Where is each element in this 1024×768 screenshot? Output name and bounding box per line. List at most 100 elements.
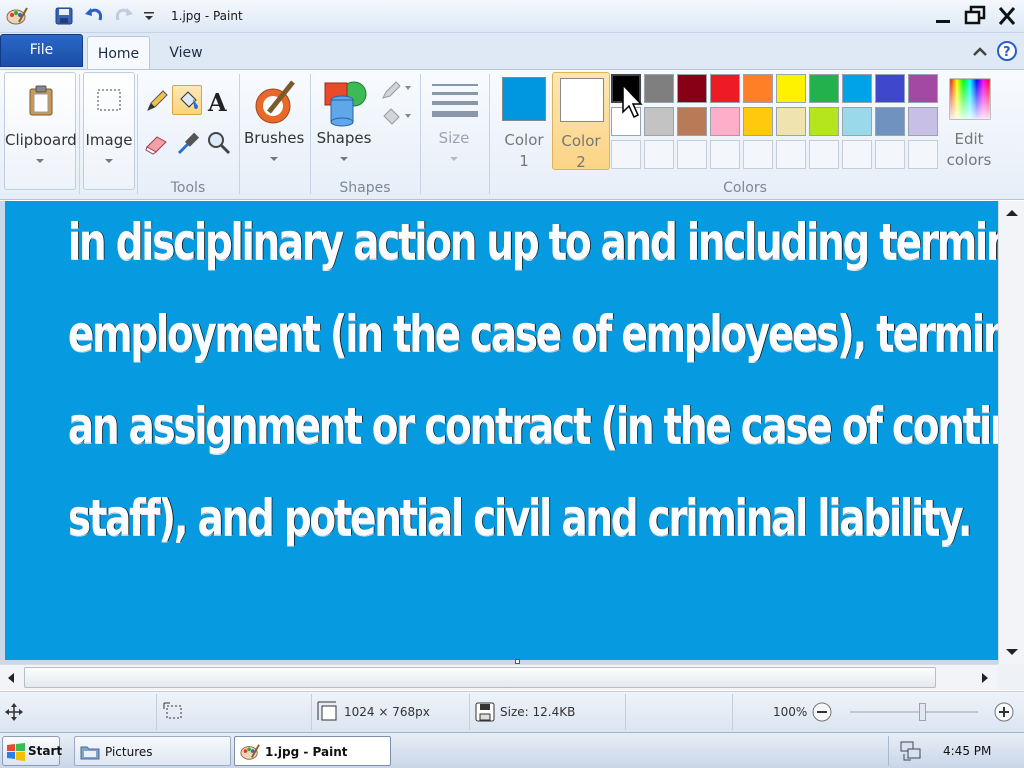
image-button[interactable]: Image: [83, 72, 135, 190]
palette-empty-swatch[interactable]: [875, 140, 905, 169]
system-tray: 4:45 PM: [888, 736, 1022, 766]
redo-icon[interactable]: [112, 4, 136, 28]
pencil-tool[interactable]: [141, 85, 171, 115]
tools-group-label: Tools: [170, 180, 206, 196]
start-button[interactable]: Start: [2, 736, 63, 766]
restore-button[interactable]: [960, 3, 990, 29]
palette-empty-swatch[interactable]: [776, 140, 806, 169]
color-picker-tool[interactable]: [172, 127, 202, 157]
taskbar-item-pictures[interactable]: Pictures: [74, 736, 231, 766]
zoom-slider[interactable]: [850, 711, 978, 713]
palette-swatch[interactable]: [644, 74, 674, 103]
scroll-down-icon[interactable]: [1003, 645, 1021, 659]
disk-icon: [475, 702, 495, 722]
chevron-down-icon: [105, 159, 113, 163]
scrollbar-corner: [998, 664, 1024, 690]
start-label: Start: [28, 744, 63, 758]
magnifier-tool[interactable]: [203, 127, 233, 157]
palette-swatch[interactable]: [776, 74, 806, 103]
palette-swatch[interactable]: [908, 107, 938, 136]
chevron-down-icon: [270, 157, 278, 161]
help-icon[interactable]: ?: [996, 40, 1018, 62]
color-2-button[interactable]: Color 2: [552, 72, 610, 171]
palette-swatch[interactable]: [842, 107, 872, 136]
shapes-button[interactable]: Shapes: [315, 72, 373, 172]
group-divider: [420, 74, 421, 194]
zoom-level: 100%: [773, 705, 808, 719]
palette-swatch[interactable]: [710, 74, 740, 103]
brushes-button[interactable]: Brushes: [243, 72, 305, 172]
palette-empty-swatch[interactable]: [842, 140, 872, 169]
shapes-label: Shapes: [316, 129, 372, 147]
outline-tool[interactable]: [378, 75, 412, 101]
chevron-down-icon: [36, 159, 44, 163]
canvas-text-line: an assignment or contract (in the case o…: [68, 397, 998, 455]
palette-swatch[interactable]: [743, 107, 773, 136]
edit-colors-label: Edit colors: [946, 130, 992, 169]
chevron-down-icon: [450, 157, 458, 161]
scroll-up-icon[interactable]: [1003, 206, 1021, 220]
save-icon[interactable]: [54, 6, 74, 26]
zoom-in-icon[interactable]: [993, 701, 1015, 723]
image-dimensions: 1024 × 768px: [344, 705, 430, 719]
palette-swatch[interactable]: [776, 107, 806, 136]
chevron-down-icon: [340, 157, 348, 161]
palette-empty-swatch[interactable]: [743, 140, 773, 169]
palette-swatch[interactable]: [677, 74, 707, 103]
eraser-tool[interactable]: [141, 127, 171, 157]
fill-tool[interactable]: [172, 85, 202, 115]
vertical-scrollbar[interactable]: [998, 201, 1024, 664]
text-tool[interactable]: A: [203, 85, 233, 117]
tab-view[interactable]: View: [156, 36, 216, 70]
file-menu-button[interactable]: File: [0, 34, 83, 67]
fill-shape-tool[interactable]: [378, 103, 412, 129]
palette-empty-swatch[interactable]: [710, 140, 740, 169]
palette-swatch[interactable]: [743, 74, 773, 103]
minimize-button[interactable]: [928, 3, 958, 29]
clock[interactable]: 4:45 PM: [943, 744, 991, 758]
customize-toolbar-icon[interactable]: [143, 10, 155, 22]
palette-swatch[interactable]: [677, 107, 707, 136]
shapes-group-label: Shapes: [339, 180, 391, 196]
zoom-out-icon[interactable]: [811, 701, 833, 723]
canvas-text-line: staff), and potential civil and criminal…: [68, 489, 973, 547]
text-icon: A: [207, 88, 227, 117]
paint-app-icon[interactable]: [6, 6, 28, 26]
horizontal-scroll-thumb[interactable]: [24, 667, 936, 688]
zoom-slider-thumb[interactable]: [919, 703, 926, 721]
taskbar-item-paint[interactable]: 1.jpg - Paint: [234, 736, 391, 766]
palette-swatch[interactable]: [809, 107, 839, 136]
ribbon-home: Clipboard Image A Tools Brushes Shapes S…: [0, 69, 1024, 200]
palette-swatch[interactable]: [908, 74, 938, 103]
undo-icon[interactable]: [82, 4, 106, 28]
palette-empty-swatch[interactable]: [611, 140, 641, 169]
palette-swatch[interactable]: [710, 107, 740, 136]
clipboard-button[interactable]: Clipboard: [4, 72, 77, 190]
palette-swatch[interactable]: [875, 74, 905, 103]
scroll-right-icon[interactable]: [978, 671, 992, 685]
palette-empty-swatch[interactable]: [908, 140, 938, 169]
edit-colors-button[interactable]: Edit colors: [942, 72, 996, 172]
size-button[interactable]: Size: [424, 72, 484, 172]
minimize-ribbon-icon[interactable]: [970, 42, 990, 62]
palette-swatch[interactable]: [809, 74, 839, 103]
svg-text:?: ?: [1003, 45, 1011, 60]
drawing-canvas[interactable]: in disciplinary action up to and includi…: [5, 201, 998, 660]
horizontal-scrollbar[interactable]: [0, 664, 998, 690]
close-button[interactable]: [992, 3, 1022, 29]
palette-empty-swatch[interactable]: [809, 140, 839, 169]
window-title: 1.jpg - Paint: [171, 9, 243, 23]
fill-bucket-icon: [383, 108, 411, 125]
palette-swatch[interactable]: [644, 107, 674, 136]
select-icon: [97, 89, 121, 111]
tab-home[interactable]: Home: [87, 36, 150, 70]
network-icon[interactable]: [899, 740, 923, 762]
palette-empty-swatch[interactable]: [677, 140, 707, 169]
palette-swatch[interactable]: [875, 107, 905, 136]
color-1-swatch: [502, 77, 546, 121]
palette-swatch[interactable]: [842, 74, 872, 103]
scroll-left-icon[interactable]: [4, 671, 18, 685]
color-1-button[interactable]: Color 1: [495, 72, 553, 170]
color-spectrum-icon: [949, 78, 991, 120]
palette-empty-swatch[interactable]: [644, 140, 674, 169]
